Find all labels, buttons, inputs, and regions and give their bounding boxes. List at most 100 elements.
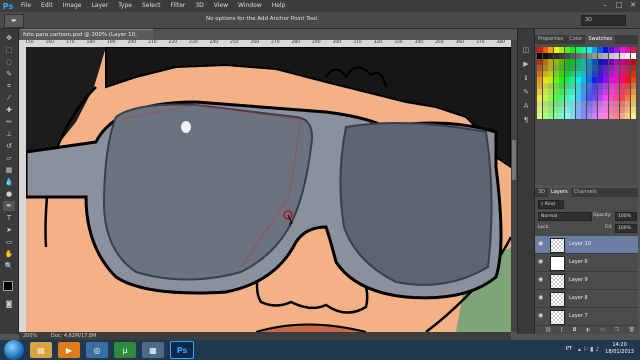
swatch[interactable] [570,89,575,95]
swatch[interactable] [570,101,575,107]
swatch[interactable] [619,71,625,77]
swatch[interactable] [537,47,542,53]
swatch[interactable] [570,65,575,71]
swatch[interactable] [542,47,548,53]
swatch[interactable] [625,71,630,77]
swatch[interactable] [614,89,619,95]
swatch[interactable] [619,107,625,113]
swatch[interactable] [537,95,542,101]
swatch[interactable] [575,47,581,53]
crop-tool-icon[interactable]: ⌗ [3,81,15,91]
menu-edit[interactable]: Edit [36,0,58,12]
swatch[interactable] [619,89,625,95]
tab-layers[interactable]: Layers [548,188,571,197]
swatch[interactable] [553,83,559,89]
swatch[interactable] [548,83,553,89]
swatch[interactable] [603,59,608,65]
swatch[interactable] [559,83,564,89]
menu-3d[interactable]: 3D [190,0,208,12]
swatch[interactable] [575,53,581,59]
swatch[interactable] [575,95,581,101]
paragraph-panel-icon[interactable]: ¶ [521,115,531,125]
swatch[interactable] [630,107,636,113]
folder-icon[interactable]: ▭ [600,327,605,333]
swatch[interactable] [625,95,630,101]
swatch[interactable] [625,113,630,119]
swatch[interactable] [614,71,619,77]
swatch[interactable] [537,59,542,65]
layer-row[interactable]: ◉ Layer 6 [535,254,638,272]
swatch[interactable] [537,113,542,119]
swatch[interactable] [548,59,553,65]
path-select-tool-icon[interactable]: ➤ [3,225,15,235]
swatch[interactable] [614,107,619,113]
start-button[interactable] [4,340,24,360]
swatch[interactable] [592,83,597,89]
swatch[interactable] [586,101,592,107]
tab-properties[interactable]: Properties [535,35,566,44]
visibility-eye-icon[interactable]: ◉ [538,295,544,301]
swatch[interactable] [586,65,592,71]
swatch[interactable] [537,101,542,107]
swatch[interactable] [586,113,592,119]
visibility-eye-icon[interactable]: ◉ [538,313,544,319]
swatch[interactable] [581,53,586,59]
swatch[interactable] [548,89,553,95]
swatch[interactable] [559,89,564,95]
swatch[interactable] [608,101,614,107]
blend-mode-select[interactable]: Normal [538,212,592,221]
swatch[interactable] [537,71,542,77]
swatch[interactable] [625,83,630,89]
swatch[interactable] [548,77,553,83]
canvas[interactable] [26,47,511,332]
explorer-icon[interactable]: ▤ [30,342,52,358]
swatch[interactable] [625,101,630,107]
swatch[interactable] [608,107,614,113]
swatch[interactable] [575,83,581,89]
swatch[interactable] [592,53,597,59]
swatch[interactable] [581,101,586,107]
swatch[interactable] [542,95,548,101]
workspace-select[interactable]: 3D [581,15,626,26]
swatch[interactable] [619,59,625,65]
menu-help[interactable]: Help [267,0,291,12]
swatch[interactable] [586,107,592,113]
tab-3d[interactable]: 3D [535,188,548,197]
swatch[interactable] [608,113,614,119]
swatch[interactable] [581,59,586,65]
swatch[interactable] [564,59,570,65]
swatch[interactable] [630,77,636,83]
swatch[interactable] [592,65,597,71]
history-panel-icon[interactable]: ◫ [521,45,531,55]
swatch[interactable] [630,89,636,95]
swatch[interactable] [625,65,630,71]
swatch[interactable] [592,95,597,101]
add-anchor-point-tool-icon[interactable]: ✒ [4,14,24,28]
clone-stamp-tool-icon[interactable]: ⊥ [3,129,15,139]
menu-file[interactable]: File [16,0,36,12]
swatch[interactable] [619,47,625,53]
swatch[interactable] [619,83,625,89]
swatch[interactable] [559,59,564,65]
swatch[interactable] [603,95,608,101]
swatch[interactable] [564,107,570,113]
move-tool-icon[interactable]: ✥ [3,33,15,43]
swatch[interactable] [553,71,559,77]
swatch[interactable] [553,65,559,71]
swatch[interactable] [575,101,581,107]
swatch[interactable] [570,107,575,113]
swatch[interactable] [570,71,575,77]
swatch[interactable] [597,83,603,89]
swatch[interactable] [597,95,603,101]
swatch[interactable] [625,53,630,59]
swatch[interactable] [564,101,570,107]
swatch[interactable] [581,113,586,119]
gradient-tool-icon[interactable]: ▦ [3,165,15,175]
close-button[interactable]: ✕ [626,0,640,10]
swatch[interactable] [542,77,548,83]
swatch[interactable] [553,107,559,113]
swatch[interactable] [614,95,619,101]
swatch[interactable] [614,77,619,83]
marquee-tool-icon[interactable]: ⬚ [3,45,15,55]
swatch[interactable] [553,59,559,65]
